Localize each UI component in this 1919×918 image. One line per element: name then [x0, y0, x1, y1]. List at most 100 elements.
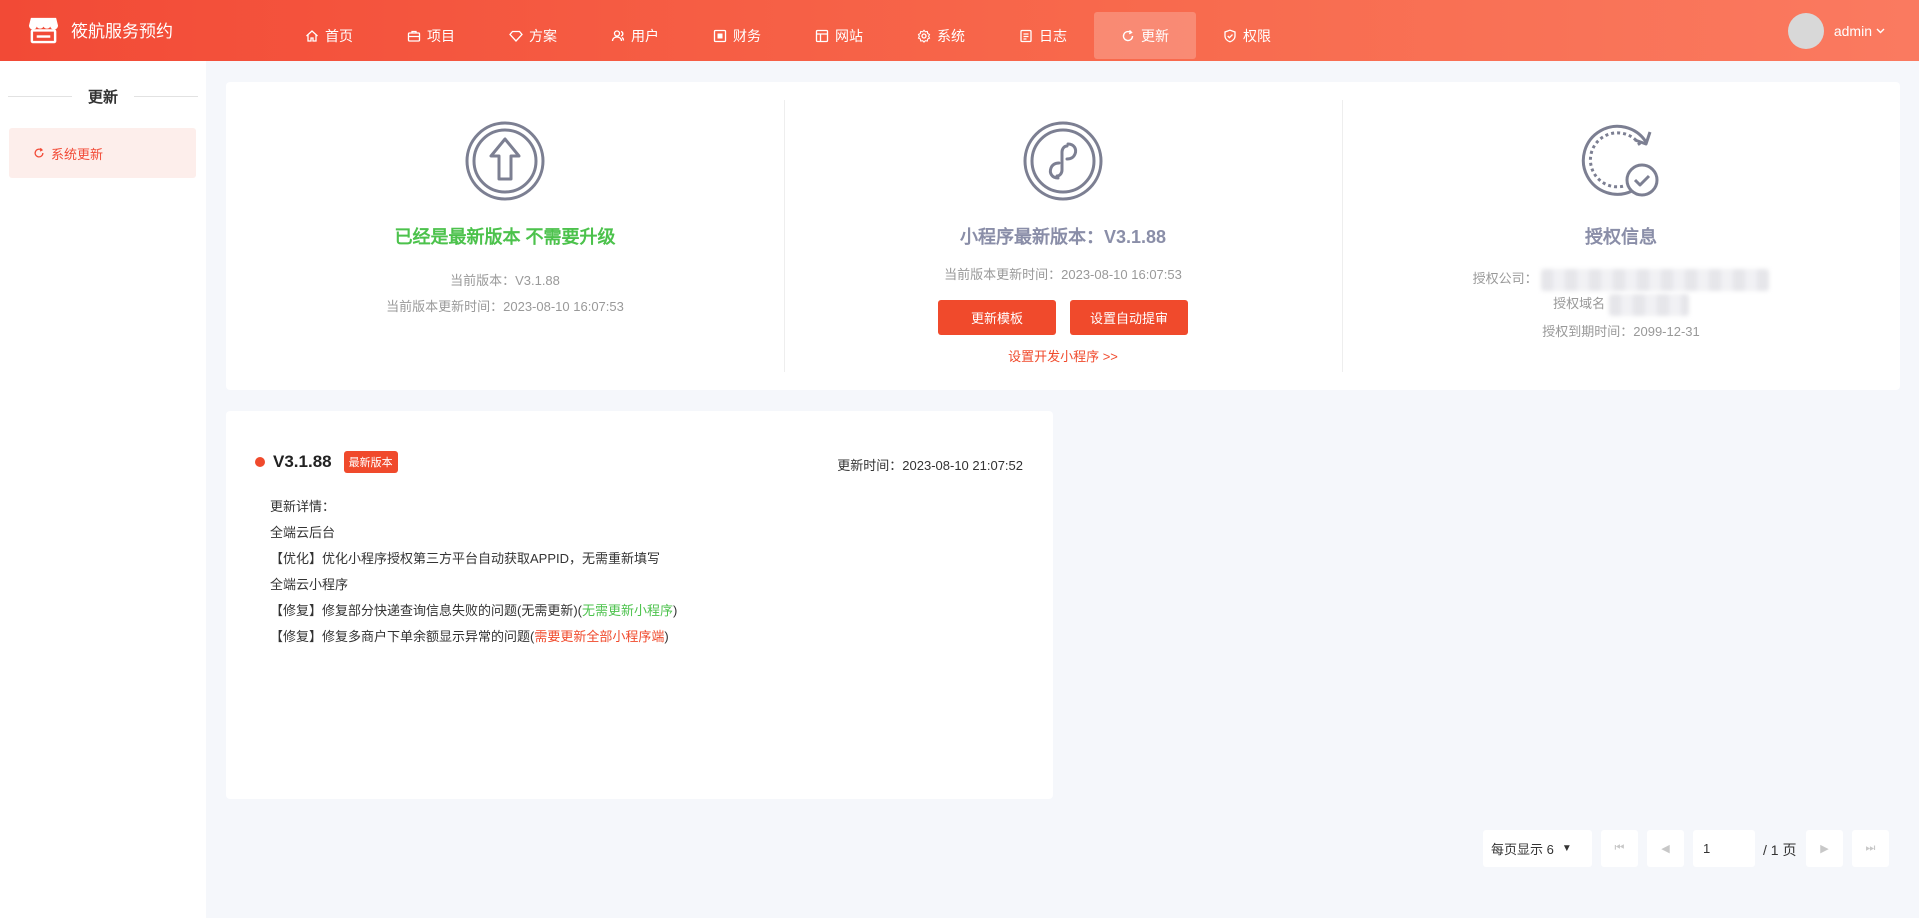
app-name: 筱航服务预约 — [71, 22, 173, 41]
website-icon — [815, 29, 829, 42]
store-logo-icon — [28, 17, 59, 44]
nav-item-logs[interactable]: 日志 — [992, 12, 1094, 59]
detail-text: ) — [664, 629, 669, 644]
detail-note-red: 需要更新全部小程序端 — [534, 629, 665, 644]
divider — [134, 96, 198, 97]
update-log-card: V3.1.88 最新版本 更新时间：2023-08-10 21:07:52 更新… — [226, 411, 1053, 799]
nav-item-website[interactable]: 网站 — [788, 12, 890, 59]
license-domain-label: 授权域名 — [1553, 296, 1606, 311]
dev-miniprogram-link[interactable]: 设置开发小程序 >> — [784, 346, 1342, 365]
detail-line: 【优化】优化小程序授权第三方平台自动获取APPID，无需重新填写 — [270, 551, 661, 566]
nav-item-update[interactable]: 更新 — [1094, 12, 1196, 59]
log-icon — [1020, 29, 1032, 42]
license-company: 授权公司： — [1342, 268, 1900, 291]
users-icon — [611, 29, 625, 41]
license-panel: 授权信息 授权公司： 授权域名 授权到期时间：2099-12-31 — [1342, 82, 1900, 390]
finance-icon — [713, 29, 727, 42]
nav-label: 系统 — [937, 27, 965, 44]
caret-down-icon: ▼ — [1561, 843, 1572, 854]
per-page-value: 每页显示 6 — [1491, 842, 1554, 857]
license-company-label: 授权公司： — [1472, 271, 1538, 286]
nav-label: 用户 — [631, 27, 659, 44]
miniprogram-version-title: 小程序最新版本：V3.1.88 — [959, 227, 1167, 247]
refresh-icon — [1122, 29, 1134, 41]
nav-item-home[interactable]: 首页 — [278, 12, 380, 59]
detail-text: 【修复】修复多商户下单余额显示异常的问题( — [270, 629, 535, 644]
sidebar-item-system-update[interactable]: 系统更新 — [9, 128, 196, 178]
nav-label: 权限 — [1243, 27, 1271, 44]
detail-text: 【修复】修复部分快递查询信息失败的问题(无需更新)( — [270, 603, 582, 618]
sidebar-header: 更新 — [0, 86, 206, 107]
top-navbar: 筱航服务预约 首页 项目 方案 用户 财务 网站 系统 日志 更新 权限 adm… — [0, 0, 1919, 61]
version-update-time: 当前版本更新时间：2023-08-10 16:07:53 — [386, 299, 624, 314]
update-template-button[interactable]: 更新模板 — [938, 300, 1056, 335]
miniprogram-update-time: 当前版本更新时间：2023-08-10 16:07:53 — [944, 267, 1182, 282]
page-number-input[interactable] — [1693, 830, 1755, 867]
update-time: 更新时间：2023-08-10 21:07:52 — [837, 458, 1023, 473]
diamond-icon — [509, 30, 523, 42]
redacted-domain — [1608, 293, 1689, 316]
nav-label: 项目 — [427, 27, 455, 44]
nav-item-projects[interactable]: 项目 — [380, 12, 482, 59]
nav-label: 更新 — [1141, 27, 1169, 44]
license-refresh-check-icon — [1581, 124, 1659, 197]
next-page-button[interactable]: ▶ — [1806, 830, 1843, 867]
version-number: V3.1.88 — [273, 452, 332, 471]
auto-submit-button[interactable]: 设置自动提审 — [1070, 300, 1188, 335]
details-heading: 更新详情： — [270, 499, 336, 514]
detail-line: 全端云小程序 — [270, 577, 349, 592]
sidebar-title: 更新 — [87, 89, 118, 106]
divider — [7, 96, 72, 97]
nav-label: 首页 — [325, 27, 353, 44]
miniprogram-icon — [1023, 121, 1103, 201]
prev-page-icon: ◀ — [1661, 843, 1670, 855]
last-page-icon: ⏭ — [1865, 842, 1876, 854]
system-version-panel: 已经是最新版本 不需要升级 当前版本：V3.1.88 当前版本更新时间：2023… — [226, 82, 784, 390]
gear-icon — [917, 28, 931, 43]
home-icon — [306, 29, 318, 42]
nav-label: 日志 — [1039, 27, 1067, 44]
nav-item-plans[interactable]: 方案 — [482, 12, 584, 59]
detail-text: ) — [673, 603, 678, 618]
nav-label: 方案 — [529, 27, 557, 44]
chevron-down-icon — [1876, 28, 1885, 34]
briefcase-icon — [407, 30, 421, 42]
avatar[interactable] — [1787, 13, 1824, 49]
sidebar-item-label: 系统更新 — [51, 146, 104, 162]
nav-label: 网站 — [835, 27, 863, 44]
nav-label: 财务 — [733, 27, 761, 44]
first-page-icon: ⏮ — [1614, 842, 1625, 854]
user-menu[interactable]: admin — [1787, 13, 1885, 49]
license-title: 授权信息 — [1585, 227, 1657, 247]
detail-line: 全端云后台 — [270, 525, 336, 540]
sidebar: 更新 系统更新 — [0, 61, 206, 918]
page-total: / 1 页 — [1763, 842, 1797, 858]
nav-item-users[interactable]: 用户 — [584, 12, 686, 59]
version-status-title: 已经是最新版本 不需要升级 — [394, 227, 616, 247]
license-domain: 授权域名 — [1342, 293, 1900, 316]
status-dot — [255, 457, 265, 467]
latest-badge: 最新版本 — [343, 451, 398, 473]
nav-item-finance[interactable]: 财务 — [686, 12, 788, 59]
brand[interactable]: 筱航服务预约 — [28, 14, 173, 45]
miniprogram-actions: 更新模板 设置自动提审 — [784, 300, 1342, 335]
per-page-select[interactable]: 每页显示 6 ▼ — [1483, 830, 1592, 867]
update-details: 更新详情： 全端云后台 【优化】优化小程序授权第三方平台自动获取APPID，无需… — [270, 494, 677, 650]
detail-note-green: 无需更新小程序 — [582, 603, 674, 618]
username: admin — [1833, 23, 1872, 39]
shield-check-icon — [1224, 29, 1236, 42]
nav-item-system[interactable]: 系统 — [890, 12, 992, 59]
upload-arrow-icon — [465, 121, 545, 201]
main-nav: 首页 项目 方案 用户 财务 网站 系统 日志 更新 权限 — [278, 12, 1298, 59]
last-page-button[interactable]: ⏭ — [1852, 830, 1889, 867]
nav-item-permissions[interactable]: 权限 — [1196, 12, 1298, 59]
version-info-card: 已经是最新版本 不需要升级 当前版本：V3.1.88 当前版本更新时间：2023… — [226, 82, 1900, 390]
detail-line: 【修复】修复多商户下单余额显示异常的问题(需要更新全部小程序端) — [270, 624, 677, 650]
first-page-button[interactable]: ⏮ — [1601, 830, 1638, 867]
license-expiry: 授权到期时间：2099-12-31 — [1542, 324, 1700, 339]
miniprogram-panel: 小程序最新版本：V3.1.88 当前版本更新时间：2023-08-10 16:0… — [784, 82, 1342, 390]
current-version: 当前版本：V3.1.88 — [450, 273, 560, 288]
detail-line: 【修复】修复部分快递查询信息失败的问题(无需更新)(无需更新小程序) — [270, 598, 677, 624]
prev-page-button[interactable]: ◀ — [1647, 830, 1684, 867]
redacted-company — [1541, 268, 1770, 291]
